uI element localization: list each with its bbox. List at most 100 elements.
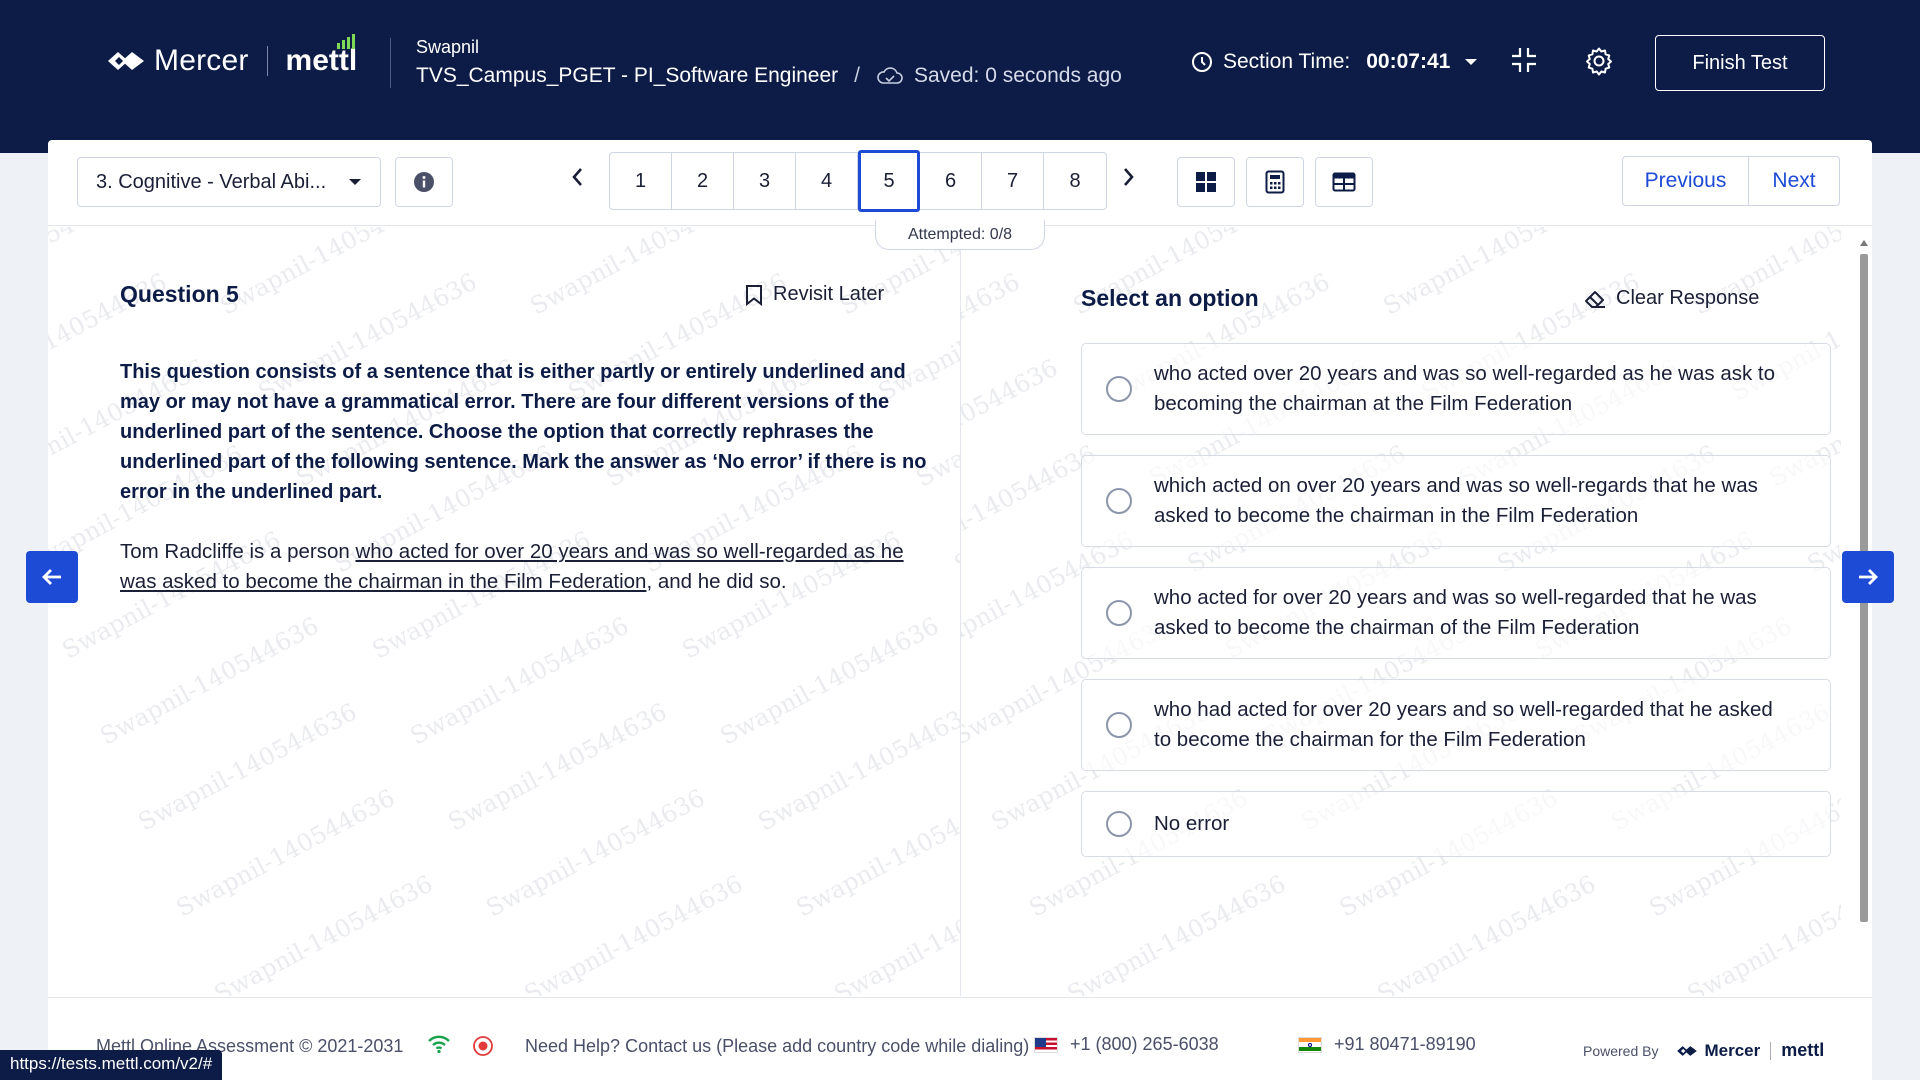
grid-icon xyxy=(1196,172,1216,192)
watermark-text: Swapnil-140544636 xyxy=(171,783,400,923)
option-radio[interactable] xyxy=(1106,811,1132,837)
option-radio[interactable] xyxy=(1106,376,1132,402)
option-1[interactable]: who acted over 20 years and was so well-… xyxy=(1081,343,1831,435)
chevron-down-icon[interactable] xyxy=(1464,57,1478,67)
option-2[interactable]: which acted on over 20 years and was so … xyxy=(1081,455,1831,547)
watermark-text: Swapnil-140544636 xyxy=(1683,870,1841,996)
powered-mettl-text: mettl xyxy=(1781,1040,1825,1060)
question-number-2[interactable]: 2 xyxy=(672,153,734,209)
arrow-left-icon xyxy=(42,569,61,585)
question-number-8[interactable]: 8 xyxy=(1044,153,1106,209)
option-3[interactable]: who acted for over 20 years and was so w… xyxy=(1081,567,1831,659)
question-number-7[interactable]: 7 xyxy=(982,153,1044,209)
question-scroll-right-icon[interactable] xyxy=(1122,166,1136,193)
section-time-value: 00:07:41 xyxy=(1366,50,1451,73)
india-flag-icon xyxy=(1298,1036,1322,1053)
settings-gear-icon[interactable] xyxy=(1584,46,1614,81)
question-instruction: This question consists of a sentence tha… xyxy=(120,361,927,503)
saved-status: Saved: 0 seconds ago xyxy=(876,64,1122,88)
wifi-status-icon xyxy=(427,1034,451,1059)
us-phone: +1 (800) 265-6038 xyxy=(1034,1034,1219,1055)
watermark-text: Swapnil-140544636 xyxy=(481,783,710,923)
info-button[interactable] xyxy=(395,157,453,207)
question-number-3[interactable]: 3 xyxy=(734,153,796,209)
eraser-icon xyxy=(1585,290,1605,308)
finish-test-button[interactable]: Finish Test xyxy=(1655,35,1825,91)
question-scroll-left-icon[interactable] xyxy=(570,166,584,193)
mettl-bars-icon xyxy=(337,34,356,49)
sentence-start: Tom Radcliffe is a person xyxy=(120,540,356,563)
header-divider xyxy=(390,38,391,88)
section-selected-text: 3. Cognitive - Verbal Abi... xyxy=(96,170,327,193)
option-text: who acted over 20 years and was so well-… xyxy=(1154,362,1776,415)
revisit-later-button[interactable]: Revisit Later xyxy=(745,283,884,306)
calculator-icon xyxy=(1265,170,1285,194)
option-radio[interactable] xyxy=(1106,712,1132,738)
option-4[interactable]: who had acted for over 20 years and so w… xyxy=(1081,679,1831,771)
mercer-text: Mercer xyxy=(154,44,249,77)
watermark-text: Swapnil-140544636 xyxy=(209,869,438,996)
status-bar-url: https://tests.mettl.com/v2/# xyxy=(0,1050,223,1080)
question-number-1[interactable]: 1 xyxy=(610,153,672,209)
watermark-text: Swapnil-140544636 xyxy=(215,227,444,321)
next-question-arrow-button[interactable] xyxy=(1842,551,1894,603)
watermark-text: Swapnil-140544636 xyxy=(525,227,754,321)
footer: Mettl Online Assessment © 2021-2031 Need… xyxy=(48,997,1872,1080)
prev-question-arrow-button[interactable] xyxy=(26,551,78,603)
help-text: Need Help? Contact us (Please add countr… xyxy=(525,1036,1030,1056)
watermark-text: Swapnil-140544636 xyxy=(443,697,672,837)
option-5[interactable]: No error xyxy=(1081,791,1831,857)
top-header: Mercer mettl Swapnil TVS_Campus_PGET - P… xyxy=(0,0,1920,153)
test-separator: / xyxy=(854,64,860,87)
grid-view-button[interactable] xyxy=(1177,157,1235,207)
watermark-text: Swapnil-140544636 xyxy=(1378,227,1607,321)
arrow-right-icon xyxy=(1859,569,1878,585)
assessment-card: 3. Cognitive - Verbal Abi... 12345678 At… xyxy=(48,140,1872,1080)
us-flag-icon xyxy=(1034,1036,1058,1053)
test-info: TVS_Campus_PGET - PI_Software Engineer /… xyxy=(416,64,1122,88)
india-phone-number: +91 80471-89190 xyxy=(1334,1034,1476,1054)
watermark-text: Swapnil-140544636 xyxy=(95,611,324,751)
next-button[interactable]: Next xyxy=(1749,157,1839,205)
scroll-up-arrow-icon[interactable] xyxy=(1860,240,1868,246)
question-number-4[interactable]: 4 xyxy=(796,153,858,209)
sentence-end: , and he did so. xyxy=(646,570,787,593)
mettl-logo: mettl xyxy=(286,34,357,78)
question-panel: Swapnil-140544636 Swapnil-140544636 Swapni… xyxy=(48,227,960,996)
watermark-text: Swapnil-140544636 xyxy=(519,869,748,996)
watermark-text: Swapnil-140544636 xyxy=(715,611,944,751)
section-dropdown[interactable]: 3. Cognitive - Verbal Abi... xyxy=(77,157,381,207)
option-radio[interactable] xyxy=(1106,600,1132,626)
option-text: which acted on over 20 years and was so … xyxy=(1154,474,1758,527)
watermark-text: Swapnil-140544636 xyxy=(753,697,960,837)
section-timer[interactable]: Section Time: 00:07:41 xyxy=(1191,50,1478,74)
question-sentence: Tom Radcliffe is a person who acted for … xyxy=(120,537,940,597)
bookmark-icon xyxy=(746,284,762,306)
powered-divider xyxy=(1770,1041,1772,1060)
question-number-6[interactable]: 6 xyxy=(920,153,982,209)
clear-response-button[interactable]: Clear Response xyxy=(1584,287,1759,310)
clock-icon xyxy=(1192,52,1212,72)
attempted-count: Attempted: 0/8 xyxy=(875,220,1045,250)
calculator-button[interactable] xyxy=(1246,157,1304,207)
brand-divider xyxy=(266,46,268,76)
saved-text: Saved: 0 seconds ago xyxy=(914,64,1122,87)
watermark-text: Swapnil-140544636 xyxy=(829,869,960,996)
watermark-text: Swapnil-140544636 xyxy=(949,439,960,579)
question-number-nav: 12345678 xyxy=(609,150,1107,212)
question-number-5[interactable]: 5 xyxy=(858,150,920,212)
mercer-logo: Mercer xyxy=(106,44,249,78)
option-text: who acted for over 20 years and was so w… xyxy=(1154,586,1757,639)
table-icon xyxy=(1332,172,1356,192)
options-title: Select an option xyxy=(1081,285,1259,311)
cloud-check-icon xyxy=(877,67,903,84)
layout-toggle-button[interactable] xyxy=(1315,157,1373,207)
previous-button[interactable]: Previous xyxy=(1623,157,1749,205)
clear-response-label: Clear Response xyxy=(1616,287,1760,309)
test-name: TVS_Campus_PGET - PI_Software Engineer xyxy=(416,64,839,87)
option-radio[interactable] xyxy=(1106,488,1132,514)
mercer-mark-icon xyxy=(1677,1045,1698,1056)
question-toolbar: 3. Cognitive - Verbal Abi... 12345678 At… xyxy=(48,140,1872,250)
watermark-text: Swapnil-140544636 xyxy=(961,439,1101,579)
exit-fullscreen-icon[interactable] xyxy=(1510,46,1538,79)
